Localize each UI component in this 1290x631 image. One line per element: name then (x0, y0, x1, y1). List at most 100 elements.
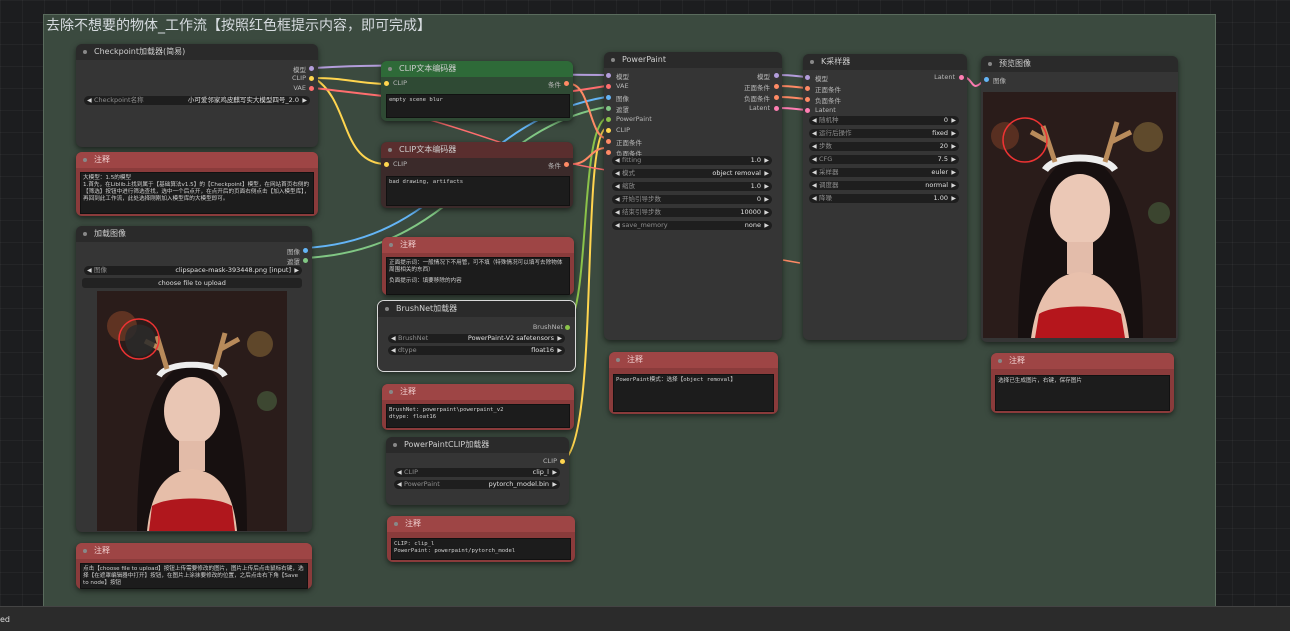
output-image-preview[interactable] (983, 92, 1176, 338)
output-cond-port[interactable] (564, 162, 569, 167)
collapse-dot-icon[interactable] (393, 443, 397, 447)
negative-prompt-textarea[interactable]: bad drawing, artifacts (386, 176, 570, 206)
collapse-dot-icon[interactable] (83, 158, 87, 162)
node-header[interactable]: 注释 (382, 237, 574, 253)
clip-text-encode-negative-node[interactable]: CLIP文本编码器 CLIP 条件 bad drawing, artifacts (381, 142, 573, 208)
node-header[interactable]: 注释 (387, 516, 575, 532)
arrow-right-icon[interactable]: ▶ (552, 468, 557, 477)
note-powerpaint[interactable]: 注释 PowerPaint模式：选择【object removal】 (609, 352, 778, 414)
output-negative-port[interactable] (774, 95, 779, 100)
arrow-left-icon[interactable]: ◀ (391, 334, 396, 343)
mode-widget[interactable]: ◀ 模式 object removal ▶ (612, 169, 772, 178)
output-positive-port[interactable] (774, 84, 779, 89)
note-text[interactable]: BrushNet: powerpaint\powerpaint_v2 dtype… (386, 404, 570, 428)
collapse-dot-icon[interactable] (998, 359, 1002, 363)
image-file-select[interactable]: ◀ 图像 clipspace-mask-393448.png [input] ▶ (84, 266, 302, 275)
arrow-right-icon[interactable]: ▶ (764, 169, 769, 178)
save-memory-widget[interactable]: ◀ save_memory none ▶ (612, 221, 772, 230)
collapse-dot-icon[interactable] (389, 390, 393, 394)
node-header[interactable]: CLIP文本编码器 (381, 61, 573, 77)
arrow-right-icon[interactable]: ▶ (294, 266, 299, 275)
input-vae-port[interactable] (606, 84, 611, 89)
node-header[interactable]: PowerPaintCLIP加载器 (386, 437, 569, 453)
arrow-left-icon[interactable]: ◀ (812, 129, 817, 138)
output-image-port[interactable] (303, 248, 308, 253)
output-clip-port[interactable] (560, 459, 565, 464)
brushnet-model-select[interactable]: ◀ BrushNet PowerPaint-V2 safetensors ▶ (388, 334, 565, 343)
sampler-widget[interactable]: ◀ 采样器 euler ▶ (809, 168, 959, 177)
arrow-right-icon[interactable]: ▶ (764, 195, 769, 204)
collapse-dot-icon[interactable] (385, 307, 389, 311)
output-model-port[interactable] (309, 66, 314, 71)
arrow-right-icon[interactable]: ▶ (951, 181, 956, 190)
arrow-right-icon[interactable]: ▶ (557, 334, 562, 343)
collapse-dot-icon[interactable] (611, 58, 615, 62)
checkpoint-loader-node[interactable]: Checkpoint加载器(简易) 模型 CLIP VAE ◀ Checkpoi… (76, 44, 318, 147)
arrow-right-icon[interactable]: ▶ (951, 116, 956, 125)
output-clip-port[interactable] (309, 76, 314, 81)
node-header[interactable]: 注释 (991, 353, 1174, 369)
note-text[interactable]: 正面提示词：一般情况下不用管，可不填（特殊情况可以填写去除物体周围相关的东西） … (386, 257, 570, 295)
arrow-right-icon[interactable]: ▶ (951, 129, 956, 138)
clip-select[interactable]: ◀ CLIP clip_l ▶ (394, 468, 560, 477)
note-load-image[interactable]: 注释 点击【choose file to upload】按钮上传需要修改的图片，… (76, 543, 312, 589)
output-cond-port[interactable] (564, 81, 569, 86)
output-latent-port[interactable] (959, 75, 964, 80)
arrow-left-icon[interactable]: ◀ (812, 168, 817, 177)
input-image-port[interactable] (984, 77, 989, 82)
node-header[interactable]: 预览图像 (981, 56, 1178, 72)
collapse-dot-icon[interactable] (83, 549, 87, 553)
node-header[interactable]: CLIP文本编码器 (381, 142, 573, 158)
arrow-left-icon[interactable]: ◀ (812, 155, 817, 164)
arrow-left-icon[interactable]: ◀ (397, 480, 402, 489)
denoise-widget[interactable]: ◀ 降噪 1.00 ▶ (809, 194, 959, 203)
ksampler-node[interactable]: K采样器 模型 正面条件 负面条件 Latent Latent ◀ 随机种 0 ▶ ◀… (803, 54, 967, 340)
note-text[interactable]: PowerPaint模式：选择【object removal】 (613, 374, 774, 412)
note-text[interactable]: 点击【choose file to upload】按钮上传需要修改的图片，图片上… (80, 563, 308, 589)
clip-text-encode-positive-node[interactable]: CLIP文本编码器 CLIP 条件 empty scene blur (381, 61, 573, 121)
collapse-dot-icon[interactable] (388, 67, 392, 71)
end-step-widget[interactable]: ◀ 结束引导步数 10000 ▶ (612, 208, 772, 217)
collapse-dot-icon[interactable] (388, 148, 392, 152)
scheduler-widget[interactable]: ◀ 调度器 normal ▶ (809, 181, 959, 190)
arrow-left-icon[interactable]: ◀ (812, 116, 817, 125)
load-image-node[interactable]: 加载图像 图像 遮罩 ◀ 图像 clipspace-mask-393448.pn… (76, 226, 312, 532)
choose-file-button[interactable]: choose file to upload (82, 278, 302, 288)
input-latent-port[interactable] (805, 108, 810, 113)
note-brushnet[interactable]: 注释 BrushNet: powerpaint\powerpaint_v2 dt… (382, 384, 574, 430)
arrow-left-icon[interactable]: ◀ (812, 181, 817, 190)
arrow-left-icon[interactable]: ◀ (615, 182, 620, 191)
checkpoint-name-select[interactable]: ◀ Checkpoint名称 小可爱邻家鸡皮麒写实大模型四号_2.0 ▶ (84, 96, 310, 105)
arrow-left-icon[interactable]: ◀ (87, 266, 92, 275)
seed-widget[interactable]: ◀ 随机种 0 ▶ (809, 116, 959, 125)
output-mask-port[interactable] (303, 258, 308, 263)
control-after-widget[interactable]: ◀ 运行后操作 fixed ▶ (809, 129, 959, 138)
input-clip-port[interactable] (384, 81, 389, 86)
input-clip-port[interactable] (384, 162, 389, 167)
input-positive-port[interactable] (606, 139, 611, 144)
brushnet-loader-node[interactable]: BrushNet加载器 BrushNet ◀ BrushNet PowerPai… (377, 300, 576, 372)
collapse-dot-icon[interactable] (988, 62, 992, 66)
input-model-port[interactable] (606, 73, 611, 78)
positive-prompt-textarea[interactable]: empty scene blur (386, 94, 570, 118)
note-preview[interactable]: 注释 选择已生成图片，右键，保存图片 (991, 353, 1174, 413)
input-positive-port[interactable] (805, 86, 810, 91)
arrow-right-icon[interactable]: ▶ (557, 346, 562, 355)
arrow-left-icon[interactable]: ◀ (615, 169, 620, 178)
node-header[interactable]: 注释 (76, 152, 318, 168)
scale-widget[interactable]: ◀ 缩放 1.0 ▶ (612, 182, 772, 191)
arrow-left-icon[interactable]: ◀ (812, 142, 817, 151)
node-header[interactable]: 注释 (609, 352, 778, 368)
arrow-left-icon[interactable]: ◀ (397, 468, 402, 477)
output-model-port[interactable] (774, 73, 779, 78)
arrow-left-icon[interactable]: ◀ (87, 96, 92, 105)
start-step-widget[interactable]: ◀ 开始引导步数 0 ▶ (612, 195, 772, 204)
arrow-left-icon[interactable]: ◀ (391, 346, 396, 355)
arrow-right-icon[interactable]: ▶ (951, 142, 956, 151)
arrow-left-icon[interactable]: ◀ (615, 156, 620, 165)
note-text[interactable]: CLIP: clip_l PowerPaint: powerpaint/pyto… (391, 538, 571, 560)
arrow-right-icon[interactable]: ▶ (302, 96, 307, 105)
node-header[interactable]: 注释 (382, 384, 574, 400)
note-powerpaint-clip[interactable]: 注释 CLIP: clip_l PowerPaint: powerpaint/p… (387, 516, 575, 562)
node-header[interactable]: K采样器 (803, 54, 967, 70)
